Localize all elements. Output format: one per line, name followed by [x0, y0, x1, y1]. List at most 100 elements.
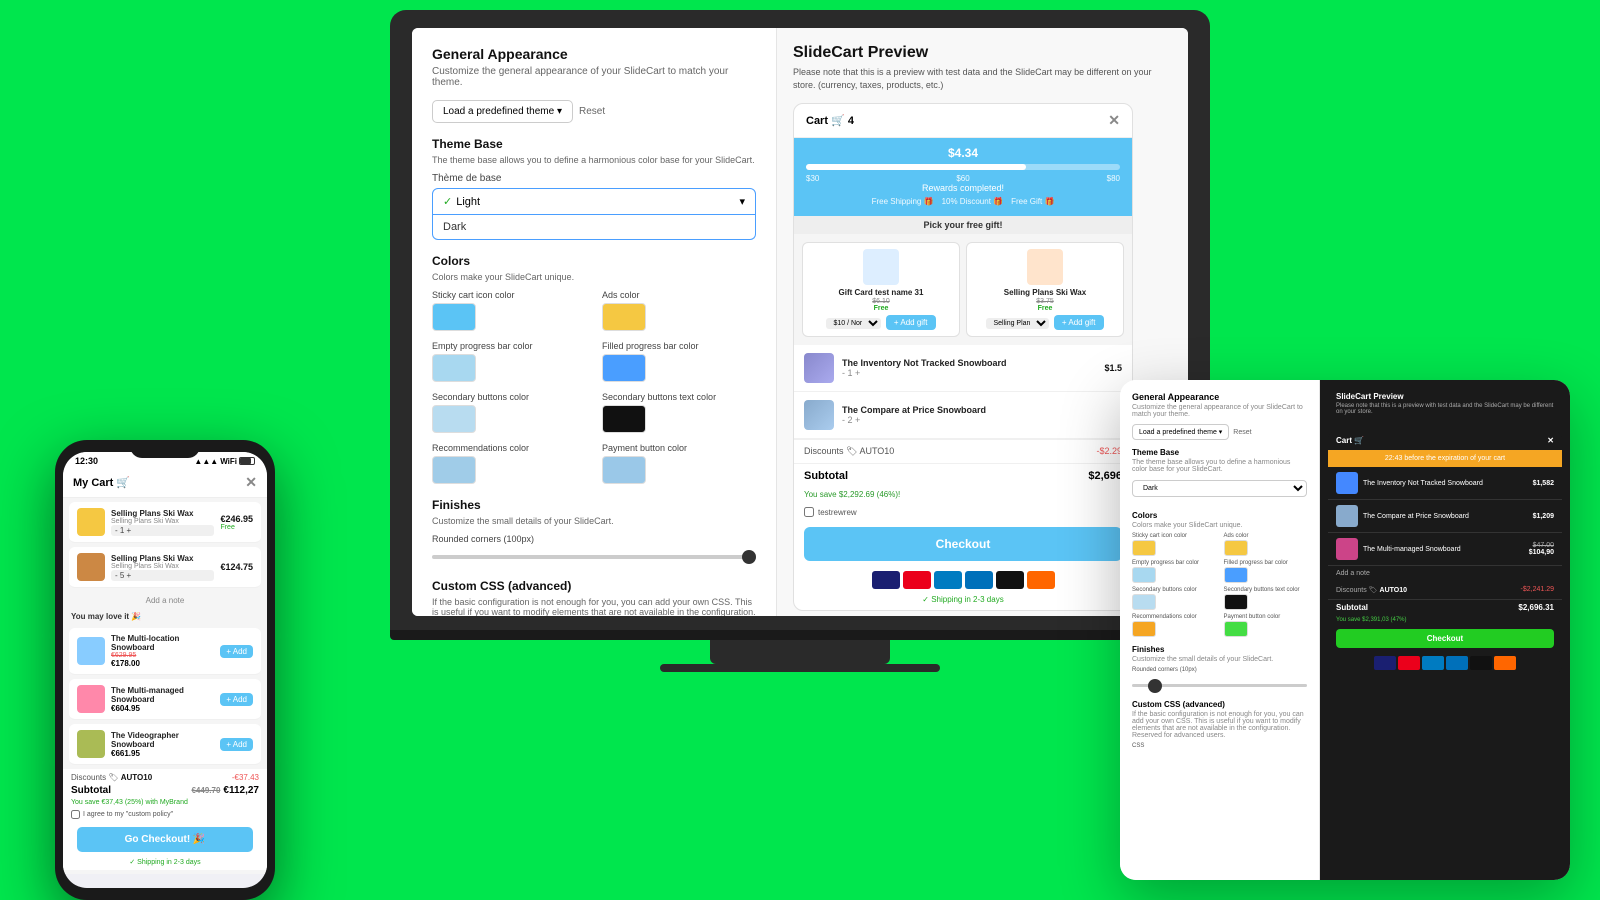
phone-item-price-2: €124.75	[220, 562, 253, 572]
color-label-empty-progress: Empty progress bar color	[432, 341, 586, 351]
small-color-payment: Payment button color	[1224, 614, 1308, 637]
color-item-sticky: Sticky cart icon color	[432, 290, 586, 331]
small-theme-base-desc: The theme base allows you to define a ha…	[1132, 459, 1307, 473]
gift-item-price-2: $3.75	[973, 298, 1117, 305]
reset-button[interactable]: Reset	[579, 106, 605, 117]
color-swatch-ads[interactable]	[602, 303, 646, 331]
small-modal: General Appearance Customize the general…	[1120, 380, 1570, 880]
cart-progress-container: $4.34 $30 $60 $80 Rewards completed! Fre…	[794, 138, 1132, 216]
color-swatch-recommendations[interactable]	[432, 456, 476, 484]
mini-cart-progress: 22:43 before the expiration of your cart	[1328, 450, 1562, 467]
color-swatch-secondary-btn[interactable]	[432, 405, 476, 433]
paypal-icon	[965, 571, 993, 589]
phone-item-img-2	[77, 553, 105, 581]
small-reset-btn[interactable]: Reset	[1233, 429, 1251, 436]
mini-cart-header: Cart 🛒 ✕	[1328, 431, 1562, 450]
phone-add-rec-3[interactable]: + Add	[220, 738, 253, 751]
small-rounded-slider[interactable]	[1132, 684, 1307, 687]
phone-close-icon[interactable]: ✕	[245, 474, 257, 491]
checkout-button[interactable]: Checkout	[804, 527, 1122, 561]
mini-cart-footer: Discounts 🏷 AUTO10 -$2,241.29	[1328, 581, 1562, 599]
small-swatch-payment[interactable]	[1224, 621, 1248, 637]
small-load-theme-btn[interactable]: Load a predefined theme ▾	[1132, 424, 1229, 440]
subtotal-label: Subtotal	[804, 470, 848, 482]
mini-add-note[interactable]: Add a note	[1328, 566, 1562, 581]
gift-item-free-1: Free	[809, 305, 953, 312]
color-swatch-secondary-text[interactable]	[602, 405, 646, 433]
color-swatch-payment[interactable]	[602, 456, 646, 484]
phone-item-name-1: Selling Plans Ski Wax	[111, 509, 214, 518]
cart-discounts: Discounts 🏷 AUTO10 -$2.29	[794, 439, 1132, 463]
load-theme-button[interactable]: Load a predefined theme ▾	[432, 100, 573, 123]
add-gift-btn-2[interactable]: + Add gift	[1054, 315, 1104, 330]
phone-discount-row: Discounts 🏷 AUTO10 -€37.43	[71, 773, 259, 782]
color-item-ads: Ads color	[602, 290, 756, 331]
cart-checkbox[interactable]	[804, 507, 814, 517]
gift-item-1: Gift Card test name 31 $6.10 Free $10 / …	[802, 242, 960, 337]
cart-item-name-1: The Inventory Not Tracked Snowboard	[842, 358, 1096, 368]
cart-close-button[interactable]: ✕	[1108, 112, 1120, 129]
color-label-recommendations: Recommendations color	[432, 443, 586, 453]
phone-item-2: Selling Plans Ski Wax Selling Plans Ski …	[69, 547, 261, 588]
small-settings-subtitle: Customize the general appearance of your…	[1132, 404, 1307, 418]
small-swatch-empty[interactable]	[1132, 567, 1156, 583]
phone-policy-checkbox[interactable]	[71, 810, 80, 819]
shipping-note: ✓ Shipping in 2-3 days	[794, 595, 1132, 610]
cart-label: Cart 🛒 4	[806, 114, 854, 127]
phone-checkout-button[interactable]: Go Checkout! 🎉	[77, 827, 253, 852]
mini-item-img-1	[1336, 472, 1358, 494]
theme-de-base-label: Thème de base	[432, 173, 756, 184]
phone-add-rec-1[interactable]: + Add	[220, 645, 253, 658]
color-label-filled-progress: Filled progress bar color	[602, 341, 756, 351]
small-swatch-sec-btn[interactable]	[1132, 594, 1156, 610]
phone-item-sub-2: Selling Plans Ski Wax	[111, 563, 214, 570]
mini-cart-close[interactable]: ✕	[1547, 436, 1554, 445]
small-theme-dropdown[interactable]: Dark	[1132, 480, 1307, 497]
color-label-secondary-btn: Secondary buttons color	[432, 392, 586, 402]
option-dark[interactable]: Dark	[433, 215, 755, 239]
phone-rec-name-2: The Multi-managed Snowboard	[111, 686, 214, 704]
small-swatch-ads[interactable]	[1224, 540, 1248, 556]
cart-header: Cart 🛒 4 ✕	[794, 104, 1132, 138]
mini-checkout-btn[interactable]: Checkout	[1336, 629, 1554, 648]
dropdown-selected[interactable]: ✓Light ▾	[432, 188, 756, 215]
color-swatch-empty-progress[interactable]	[432, 354, 476, 382]
small-preview-note: Please note that this is a preview with …	[1328, 403, 1562, 421]
small-swatch-filled[interactable]	[1224, 567, 1248, 583]
phone-policy-label: I agree to my "custom policy"	[83, 811, 173, 818]
phone-add-note[interactable]: Add a note	[63, 592, 267, 609]
cart-item-1: The Inventory Not Tracked Snowboard - 1 …	[794, 345, 1132, 392]
mini-item-name-1: The Inventory Not Tracked Snowboard	[1363, 480, 1528, 487]
rounded-corners-slider[interactable]	[432, 555, 756, 559]
phone-qty-2[interactable]: - 5 +	[111, 570, 214, 581]
phone-you-may-love: You may love it 🎉	[63, 609, 267, 624]
cart-item-img-1	[804, 353, 834, 383]
small-swatch-sticky[interactable]	[1132, 540, 1156, 556]
add-gift-btn-1[interactable]: + Add gift	[886, 315, 936, 330]
gift-select-2[interactable]: Selling Plan	[986, 318, 1049, 329]
cart-checkbox-label: testrewrew	[818, 508, 857, 517]
preview-title: SlideCart Preview	[793, 44, 1172, 62]
phone-add-rec-2[interactable]: + Add	[220, 693, 253, 706]
color-swatch-filled-progress[interactable]	[602, 354, 646, 382]
phone-rec-price-3: €661.95	[111, 749, 214, 758]
phone-rec-2: The Multi-managed Snowboard €604.95 + Ad…	[69, 679, 261, 720]
applepay-icon	[996, 571, 1024, 589]
phone-subtotal-row: Subtotal €449.70€112,27	[71, 785, 259, 796]
small-swatch-sec-text[interactable]	[1224, 594, 1248, 610]
small-swatch-rec[interactable]	[1132, 621, 1156, 637]
phone-shipping-note: ✓ Shipping in 2-3 days	[71, 858, 259, 866]
amex-icon	[934, 571, 962, 589]
milestone-1: $30	[806, 174, 819, 183]
color-swatch-sticky[interactable]	[432, 303, 476, 331]
small-finishes: Finishes Customize the small details of …	[1132, 645, 1307, 692]
badge-shipping: Free Shipping 🎁	[872, 197, 934, 206]
gift-item-name-1: Gift Card test name 31	[809, 288, 953, 297]
settings-panel: General Appearance Customize the general…	[412, 28, 777, 616]
phone-qty-1[interactable]: - 1 +	[111, 525, 214, 536]
gift-select-1[interactable]: $10 / Nor	[826, 318, 881, 329]
gift-item-name-2: Selling Plans Ski Wax	[973, 288, 1117, 297]
phone-item-info-1: Selling Plans Ski Wax Selling Plans Ski …	[111, 509, 214, 536]
theme-dropdown[interactable]: ✓Light ▾ Dark	[432, 188, 756, 240]
color-item-empty-progress: Empty progress bar color	[432, 341, 586, 382]
